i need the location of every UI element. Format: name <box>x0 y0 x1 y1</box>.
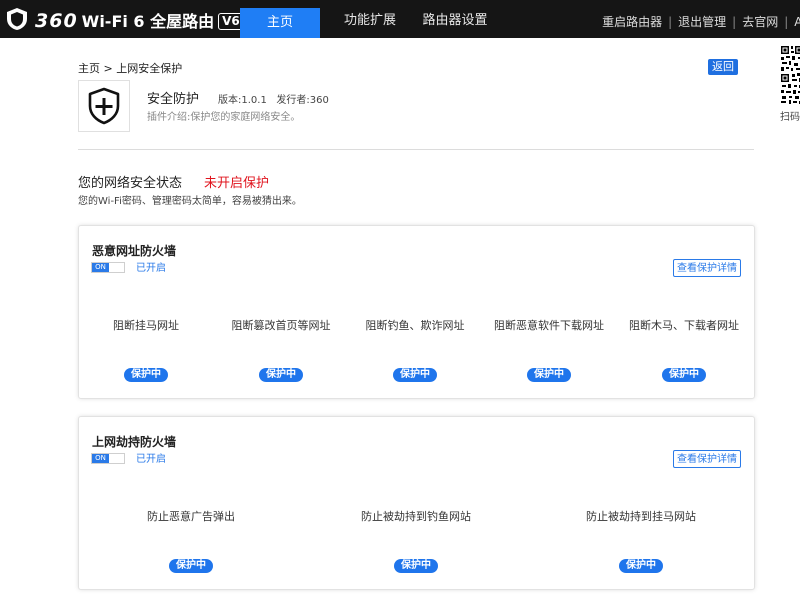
view-details-button[interactable]: 查看保护详情 <box>673 259 741 277</box>
breadcrumb-current: 上网安全保护 <box>116 62 183 75</box>
feature-name: 阻断篡改首页等网址 <box>231 319 331 332</box>
firewall-toggle[interactable]: ON <box>91 453 125 464</box>
feature-item: 阻断恶意软件下载网址 保护中 <box>484 317 614 382</box>
protecting-badge: 保护中 <box>124 368 168 382</box>
protecting-badge: 保护中 <box>662 368 706 382</box>
card-title: 上网劫持防火墙 <box>92 435 177 449</box>
toggle-on-label: ON <box>92 263 109 272</box>
feature-name: 防止被劫持到挂马网站 <box>586 510 696 523</box>
feature-name: 防止恶意广告弹出 <box>147 510 235 523</box>
brand-text: Wi-Fi 6 全屋路由 <box>81 12 215 31</box>
breadcrumb: 主页 > 上网安全保护 <box>78 60 182 76</box>
feature-item: 阻断木马、下载者网址 保护中 <box>619 317 749 382</box>
back-button[interactable]: 返回 <box>708 59 738 75</box>
security-status-description: 您的Wi-Fi密码、管理密码太简单，容易被猜出来。 <box>78 196 302 207</box>
hijack-firewall-card: 上网劫持防火墙 ON 已开启 查看保护详情 防止恶意广告弹出 保护中 防止被劫持… <box>78 416 755 590</box>
feature-item: 阻断钓鱼、欺诈网址 保护中 <box>350 317 480 382</box>
feature-name: 阻断挂马网址 <box>113 319 179 332</box>
view-details-button[interactable]: 查看保护详情 <box>673 450 741 468</box>
protecting-badge: 保护中 <box>619 559 663 573</box>
feature-item: 防止恶意广告弹出 保护中 <box>126 508 256 573</box>
feature-name: 防止被劫持到钓鱼网站 <box>361 510 471 523</box>
plugin-version: 版本:1.0.1 <box>218 95 267 106</box>
feature-item: 防止被劫持到挂马网站 保护中 <box>576 508 706 573</box>
link-separator: | <box>668 15 673 29</box>
plugin-publisher: 发行者:360 <box>276 95 329 106</box>
reboot-router-link[interactable]: 重启路由器 <box>602 15 662 29</box>
plugin-meta: 版本:1.0.1 发行者:360 <box>218 91 329 106</box>
plugin-title: 安全防护 <box>147 92 200 107</box>
qr-label: 扫码 <box>780 112 800 123</box>
breadcrumb-separator: > <box>100 62 117 75</box>
divider <box>78 149 754 150</box>
qr-code-icon <box>780 44 800 106</box>
toggle-on-label: ON <box>92 454 109 463</box>
card-title: 恶意网址防火墙 <box>92 244 177 258</box>
protecting-badge: 保护中 <box>259 368 303 382</box>
feature-name: 阻断木马、下载者网址 <box>629 319 739 332</box>
toggle-status: 已开启 <box>136 454 166 465</box>
logout-link[interactable]: 退出管理 <box>678 15 726 29</box>
feature-name: 阻断钓鱼、欺诈网址 <box>365 319 465 332</box>
header-links: 重启路由器 | 退出管理 | 去官网 | AI <box>602 13 800 30</box>
security-status-value: 未开启保护 <box>204 176 270 191</box>
firewall-toggle[interactable]: ON <box>91 262 125 273</box>
official-site-link[interactable]: 去官网 <box>742 15 778 29</box>
tab-extensions[interactable]: 功能扩展 <box>330 0 410 38</box>
plugin-icon <box>78 80 130 132</box>
breadcrumb-home[interactable]: 主页 <box>78 62 100 75</box>
ai-link[interactable]: AI <box>794 15 800 29</box>
shield-icon <box>7 8 27 30</box>
feature-item: 阻断篡改首页等网址 保护中 <box>216 317 346 382</box>
shield-plus-icon <box>88 87 120 125</box>
top-navigation-bar: 360 Wi-Fi 6 全屋路由 V6 主页 功能扩展 路由器设置 重启路由器 | 退出… <box>0 0 800 38</box>
toggle-status: 已开启 <box>136 263 166 274</box>
link-separator: | <box>732 15 737 29</box>
malicious-url-firewall-card: 恶意网址防火墙 ON 已开启 查看保护详情 阻断挂马网址 保护中 阻断篡改首页等… <box>78 225 755 399</box>
brand-title[interactable]: 360 Wi-Fi 6 全屋路由 V6 <box>35 8 244 32</box>
feature-item: 阻断挂马网址 保护中 <box>81 317 211 382</box>
security-status-title: 您的网络安全状态 <box>78 176 183 191</box>
feature-name: 阻断恶意软件下载网址 <box>494 319 604 332</box>
protecting-badge: 保护中 <box>527 368 571 382</box>
plugin-description: 插件介绍:保护您的家庭网络安全。 <box>147 112 301 123</box>
tab-home[interactable]: 主页 <box>240 8 320 38</box>
link-separator: | <box>784 15 789 29</box>
brand-360: 360 <box>35 10 78 32</box>
feature-item: 防止被劫持到钓鱼网站 保护中 <box>351 508 481 573</box>
protecting-badge: 保护中 <box>394 559 438 573</box>
protecting-badge: 保护中 <box>393 368 437 382</box>
protecting-badge: 保护中 <box>169 559 213 573</box>
tab-router-settings[interactable]: 路由器设置 <box>410 0 500 38</box>
